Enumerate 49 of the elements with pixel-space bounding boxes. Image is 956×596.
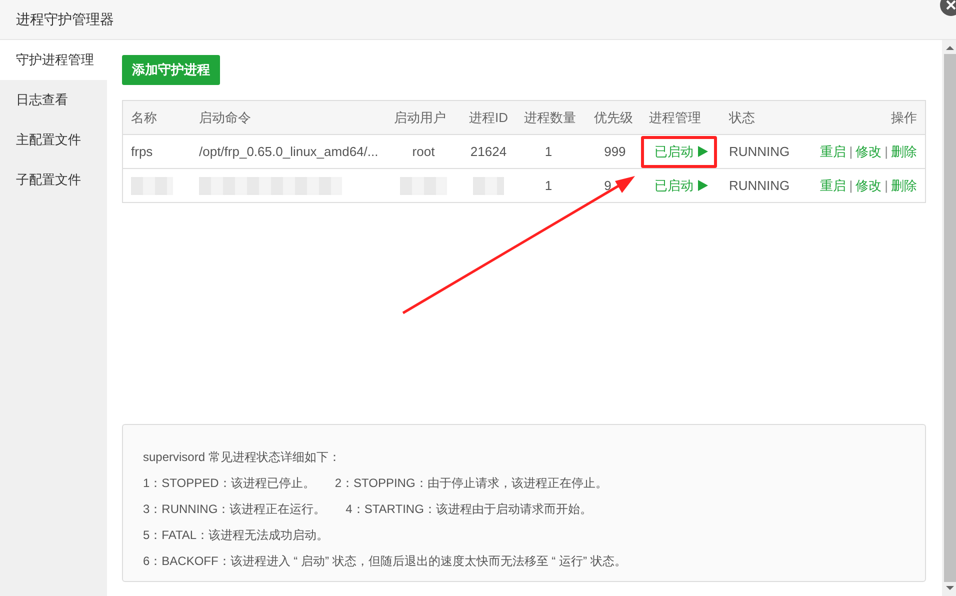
sidebar-item[interactable]: 日志查看 [0, 80, 107, 120]
info-text: 4：STARTING：该进程由于启动请求而开始。 [346, 501, 592, 518]
play-icon [698, 180, 708, 191]
table-cell: frps [131, 144, 153, 159]
column-header: 操作 [891, 108, 917, 126]
column-header: 进程管理 [649, 108, 701, 126]
column-header: 名称 [131, 108, 157, 126]
table-cell: 1 [544, 178, 552, 193]
sidebar-item[interactable]: 主配置文件 [0, 120, 107, 160]
window-title: 进程守护管理器 [16, 10, 114, 28]
table-cell: 9 [604, 178, 612, 193]
action-link[interactable]: 修改 [856, 176, 882, 194]
info-text: 1：STOPPED：该进程已停止。 [143, 475, 315, 492]
info-text: 2：STOPPING：由于停止请求，该进程正在停止。 [334, 475, 608, 492]
info-text: 5：FATAL：该进程无法成功启动。 [143, 527, 329, 544]
column-header: 进程ID [469, 108, 508, 126]
action-link[interactable]: 删除 [891, 142, 917, 160]
status-link[interactable]: 已启动 [654, 176, 708, 194]
table-cell: 21624 [470, 144, 507, 159]
table-cell: RUNNING [729, 178, 790, 193]
action-link[interactable]: 删除 [891, 176, 917, 194]
table-cell: root [412, 144, 435, 159]
table-cell: 999 [604, 144, 626, 159]
column-header: 启动命令 [199, 108, 251, 126]
separator: | [849, 178, 853, 193]
sidebar-item[interactable]: 守护进程管理 [0, 40, 107, 80]
play-icon [698, 146, 708, 157]
action-link[interactable]: 重启 [820, 176, 846, 194]
info-text: supervisord 常见进程状态详细如下： [143, 449, 340, 466]
separator: | [884, 178, 888, 193]
action-link[interactable]: 重启 [820, 142, 846, 160]
table-cell: RUNNING [729, 144, 790, 159]
add-button[interactable]: 添加守护进程 [122, 55, 220, 85]
column-header: 进程数量 [524, 108, 576, 126]
column-header: 优先级 [594, 108, 633, 126]
info-text: 3：RUNNING：该进程正在运行。 [143, 501, 326, 518]
column-header: 状态 [729, 108, 755, 126]
table-cell: 1 [544, 144, 552, 159]
scrollbar[interactable] [942, 40, 956, 596]
scroll-up-icon[interactable] [945, 44, 955, 52]
action-link[interactable]: 修改 [856, 142, 882, 160]
info-text: 6：BACKOFF：该进程进入 “ 启动” 状态，但随后退出的速度太快而无法移至 “ 运行” 状态。 [143, 553, 626, 570]
status-link[interactable]: 已启动 [654, 142, 708, 160]
separator: | [884, 144, 888, 159]
table-cell: /opt/frp_0.65.0_linux_amd64/... [199, 144, 378, 159]
sidebar-item[interactable]: 子配置文件 [0, 160, 107, 200]
scroll-down-icon[interactable] [945, 584, 955, 592]
separator: | [849, 144, 853, 159]
column-header: 启动用户 [394, 108, 446, 126]
